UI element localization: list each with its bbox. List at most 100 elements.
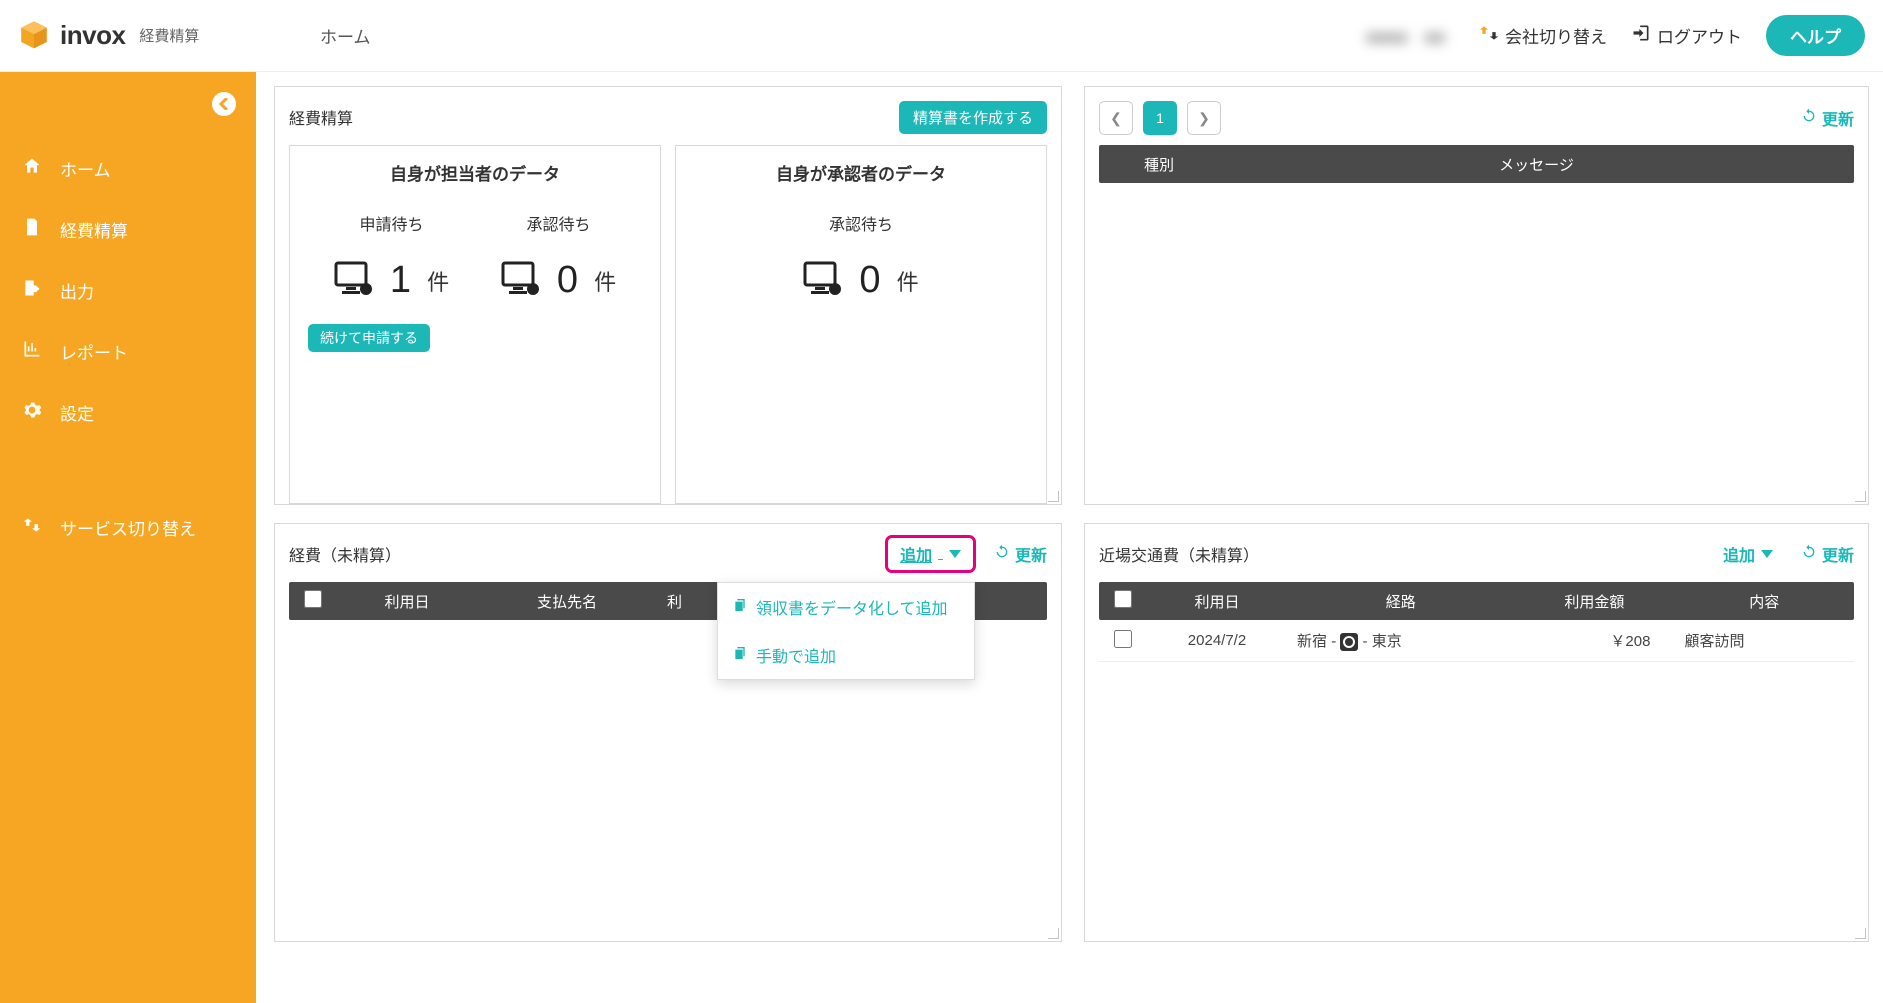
col-payee: 支払先名 (477, 591, 657, 612)
gear-icon (22, 400, 42, 425)
cell-amount: ￥208 (1514, 630, 1674, 651)
sidebar-item-label: 設定 (60, 400, 94, 425)
pager-prev-button[interactable]: ❮ (1099, 101, 1133, 135)
monitor-icon (334, 261, 374, 300)
row-checkbox[interactable] (1114, 630, 1132, 648)
copy-icon (732, 645, 748, 666)
refresh-button[interactable]: 更新 (1801, 106, 1854, 130)
transport-panel: 近場交通費（未精算） 追加 更新 利用日 (1084, 523, 1869, 942)
metric-unit: 件 (427, 265, 449, 297)
summary-card-approver: 自身が承認者のデータ 承認待ち 0 件 (675, 145, 1047, 504)
brand-sub: 経費精算 (139, 25, 199, 46)
col-route: 経路 (1287, 591, 1514, 612)
dropdown-item-label: 手動で追加 (756, 643, 836, 667)
sidebar-item-report[interactable]: レポート (0, 321, 256, 382)
topbar: invox 経費精算 ホーム ■■■■ ■■ 会社切り替え ログアウト ヘルプ (0, 0, 1883, 72)
select-all-checkbox[interactable] (304, 590, 322, 608)
monitor-icon (803, 261, 843, 300)
resize-grip-icon[interactable] (1047, 927, 1059, 939)
refresh-icon (994, 544, 1010, 565)
chevron-down-icon (1761, 550, 1773, 558)
unexpensed-title: 経費（未精算） (289, 542, 401, 566)
swap-icon (22, 515, 42, 540)
pager: ❮ 1 ❯ (1099, 101, 1221, 135)
copy-icon (732, 597, 748, 618)
metric-value: 0 (859, 259, 880, 302)
create-report-button[interactable]: 精算書を作成する (899, 101, 1047, 134)
route-to: 東京 (1372, 633, 1402, 650)
topbar-actions: ■■■■ ■■ 会社切り替え ログアウト ヘルプ (1356, 15, 1883, 56)
transport-title: 近場交通費（未精算） (1099, 542, 1259, 566)
document-icon (22, 217, 42, 242)
resize-grip-icon[interactable] (1854, 490, 1866, 502)
chart-icon (22, 339, 42, 364)
brand-name: invox (60, 20, 125, 51)
add-dropdown-button[interactable]: 追加 (885, 535, 976, 573)
unexpensed-panel: 経費（未精算） 追加 更新 (274, 523, 1062, 942)
logo-cube-icon (18, 18, 50, 53)
sidebar: ホーム 経費精算 出力 レポート 設定 サービス切り替え (0, 72, 256, 1003)
refresh-label: 更新 (1822, 106, 1854, 130)
chevron-down-icon (949, 550, 961, 558)
messages-panel: ❮ 1 ❯ 更新 種別 メッセージ (1084, 86, 1869, 505)
dropdown-item-digitize[interactable]: 領収書をデータ化して追加 (718, 583, 974, 631)
add-dropdown-button[interactable]: 追加 (1713, 538, 1783, 570)
sidebar-item-expense[interactable]: 経費精算 (0, 199, 256, 260)
col-kind: 種別 (1099, 154, 1219, 175)
sidebar-item-label: 出力 (60, 278, 94, 303)
dropdown-item-manual[interactable]: 手動で追加 (718, 631, 974, 679)
card-title: 自身が担当者のデータ (308, 160, 642, 185)
messages-table-header: 種別 メッセージ (1099, 145, 1854, 183)
summary-card-owner: 自身が担当者のデータ 申請待ち 1 件 承 (289, 145, 661, 504)
expense-summary-title: 経費精算 (289, 105, 353, 129)
home-icon (22, 156, 42, 181)
sidebar-item-label: ホーム (60, 156, 111, 181)
pager-next-button[interactable]: ❯ (1187, 101, 1221, 135)
help-button[interactable]: ヘルプ (1766, 15, 1865, 56)
export-icon (22, 278, 42, 303)
refresh-button[interactable]: 更新 (994, 542, 1047, 566)
col-date: 利用日 (1147, 591, 1287, 612)
refresh-icon (1801, 108, 1817, 129)
switch-company-label: 会社切り替え (1505, 23, 1607, 48)
metric-value: 1 (390, 259, 411, 302)
continue-apply-button[interactable]: 続けて申請する (308, 324, 430, 352)
sidebar-item-settings[interactable]: 設定 (0, 382, 256, 443)
cell-route: 新宿 - - 東京 (1287, 630, 1514, 651)
add-label: 追加 (900, 542, 932, 566)
logout-button[interactable]: ログアウト (1631, 23, 1742, 48)
metric-unit: 件 (897, 265, 919, 297)
resize-grip-icon[interactable] (1047, 490, 1059, 502)
logout-icon (1631, 23, 1651, 48)
refresh-button[interactable]: 更新 (1801, 542, 1854, 566)
metric-unit: 件 (594, 265, 616, 297)
refresh-label: 更新 (1822, 542, 1854, 566)
refresh-label: 更新 (1015, 542, 1047, 566)
sidebar-item-home[interactable]: ホーム (0, 138, 256, 199)
metric-value: 0 (557, 259, 578, 302)
sidebar-collapse-button[interactable] (212, 92, 236, 116)
page-title: ホーム (320, 23, 371, 48)
pager-page-button[interactable]: 1 (1143, 101, 1177, 135)
train-icon (1340, 633, 1358, 651)
monitor-icon (501, 261, 541, 300)
current-user: ■■■■ ■■ (1356, 23, 1455, 48)
switch-company-button[interactable]: 会社切り替え (1479, 23, 1607, 48)
dropdown-item-label: 領収書をデータ化して追加 (756, 595, 948, 619)
add-dropdown-menu: 領収書をデータ化して追加 手動で追加 (717, 582, 975, 680)
card-title: 自身が承認者のデータ (694, 160, 1028, 185)
route-from: 新宿 (1297, 633, 1327, 650)
resize-grip-icon[interactable] (1854, 927, 1866, 939)
switch-icon (1479, 23, 1499, 48)
add-label: 追加 (1723, 542, 1755, 566)
metric-label: 承認待ち (475, 211, 642, 235)
table-row[interactable]: 2024/7/2 新宿 - - 東京 ￥208 顧客訪問 (1099, 620, 1854, 662)
select-all-checkbox[interactable] (1114, 590, 1132, 608)
expense-summary-panel: 経費精算 精算書を作成する 自身が担当者のデータ 申請待ち 1 件 (274, 86, 1062, 505)
sidebar-item-service-switch[interactable]: サービス切り替え (0, 497, 256, 558)
sidebar-item-output[interactable]: 出力 (0, 260, 256, 321)
cell-desc: 顧客訪問 (1674, 630, 1854, 651)
col-message: メッセージ (1219, 154, 1854, 175)
metric-label: 申請待ち (308, 211, 475, 235)
col-amount: 利用金額 (1514, 591, 1674, 612)
